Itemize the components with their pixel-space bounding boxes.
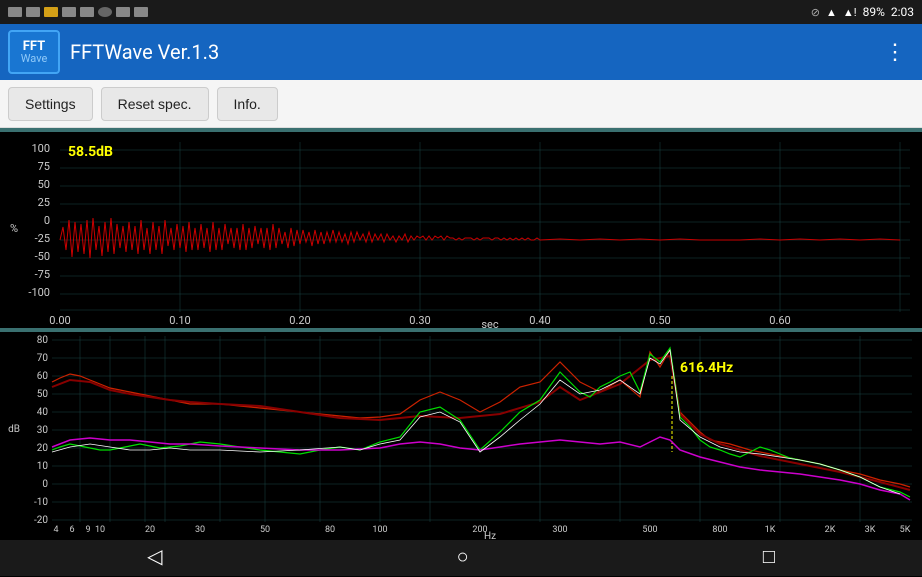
svg-text:-20: -20 (34, 515, 48, 526)
toolbar: Settings Reset spec. Info. (0, 80, 922, 128)
svg-text:60: 60 (37, 371, 49, 382)
svg-text:10: 10 (95, 525, 105, 535)
svg-text:4: 4 (53, 525, 58, 535)
svg-text:Hz: Hz (484, 531, 496, 540)
svg-text:80: 80 (325, 525, 335, 535)
svg-text:0.10: 0.10 (169, 314, 190, 327)
svg-text:5K: 5K (900, 525, 911, 535)
svg-text:100: 100 (372, 525, 387, 535)
reset-spec-button[interactable]: Reset spec. (101, 87, 209, 121)
svg-text:-75: -75 (35, 268, 50, 281)
svg-text:25: 25 (38, 196, 50, 209)
battery-percent: 89% (863, 5, 885, 19)
svg-text:%: % (10, 222, 18, 235)
svg-text:9: 9 (85, 525, 90, 535)
svg-text:0.20: 0.20 (289, 314, 310, 327)
status-icon-6 (98, 7, 112, 17)
svg-text:dB: dB (8, 424, 20, 435)
svg-text:-10: -10 (34, 497, 48, 508)
svg-text:2K: 2K (825, 525, 836, 535)
status-icon-3 (44, 7, 58, 17)
wave-chart-svg: 100 75 50 25 0 -25 -50 -75 -100 % 0.00 0… (0, 132, 922, 328)
charts-area: 100 75 50 25 0 -25 -50 -75 -100 % 0.00 0… (0, 128, 922, 536)
status-icon-5 (80, 7, 94, 17)
wave-chart[interactable]: 100 75 50 25 0 -25 -50 -75 -100 % 0.00 0… (0, 132, 922, 328)
svg-text:0.00: 0.00 (49, 314, 70, 327)
svg-text:58.5dB: 58.5dB (68, 144, 113, 160)
status-icon-1 (8, 7, 22, 17)
svg-text:30: 30 (195, 525, 205, 535)
svg-text:0.30: 0.30 (409, 314, 430, 327)
svg-text:1K: 1K (765, 525, 776, 535)
overflow-menu-button[interactable]: ⋮ (876, 32, 914, 73)
svg-text:0.40: 0.40 (529, 314, 550, 327)
svg-text:6: 6 (69, 525, 74, 535)
app-logo: FFT Wave (8, 30, 60, 74)
signal-icon: ▲! (843, 6, 857, 19)
settings-button[interactable]: Settings (8, 87, 93, 121)
recent-button[interactable]: □ (743, 536, 795, 577)
svg-text:616.4Hz: 616.4Hz (680, 360, 733, 376)
svg-text:-100: -100 (28, 286, 50, 299)
svg-text:20: 20 (37, 443, 49, 454)
back-button[interactable]: ◁ (127, 536, 182, 576)
svg-text:-25: -25 (35, 232, 50, 245)
svg-text:70: 70 (37, 353, 49, 364)
app-title: FFTWave Ver.1.3 (70, 40, 876, 64)
svg-text:0.60: 0.60 (769, 314, 790, 327)
status-icons-left (8, 7, 148, 17)
svg-text:10: 10 (37, 461, 49, 472)
info-button[interactable]: Info. (217, 87, 278, 121)
svg-text:0: 0 (44, 214, 50, 227)
clock: 2:03 (891, 5, 914, 19)
svg-text:0: 0 (42, 479, 48, 490)
svg-text:20: 20 (145, 525, 155, 535)
status-icons-right: ⊘ ▲ ▲! 89% 2:03 (811, 5, 914, 19)
svg-text:50: 50 (37, 389, 49, 400)
svg-text:40: 40 (37, 407, 49, 418)
status-icon-4 (62, 7, 76, 17)
svg-text:30: 30 (37, 425, 49, 436)
svg-text:300: 300 (552, 525, 567, 535)
status-bar: ⊘ ▲ ▲! 89% 2:03 (0, 0, 922, 24)
svg-text:50: 50 (260, 525, 270, 535)
svg-text:sec: sec (481, 318, 499, 328)
svg-text:800: 800 (712, 525, 727, 535)
fft-chart-svg: 80 70 60 50 40 30 20 10 0 -10 -20 dB 4 6… (0, 332, 922, 540)
home-button[interactable]: ○ (437, 536, 489, 577)
svg-text:75: 75 (38, 160, 50, 173)
svg-text:80: 80 (37, 335, 49, 346)
status-icon-7 (116, 7, 130, 17)
fft-chart[interactable]: 80 70 60 50 40 30 20 10 0 -10 -20 dB 4 6… (0, 332, 922, 540)
app-bar: FFT Wave FFTWave Ver.1.3 ⋮ (0, 24, 922, 80)
status-icon-2 (26, 7, 40, 17)
svg-text:3K: 3K (865, 525, 876, 535)
svg-text:500: 500 (642, 525, 657, 535)
svg-text:-50: -50 (35, 250, 50, 263)
svg-text:0.50: 0.50 (649, 314, 670, 327)
status-icon-8 (134, 7, 148, 17)
svg-text:100: 100 (31, 142, 50, 155)
no-sim-icon: ⊘ (811, 6, 820, 19)
wifi-icon: ▲ (826, 6, 837, 19)
nav-bar: ◁ ○ □ (0, 536, 922, 576)
logo-wave-text: Wave (21, 53, 48, 64)
svg-text:50: 50 (38, 178, 50, 191)
